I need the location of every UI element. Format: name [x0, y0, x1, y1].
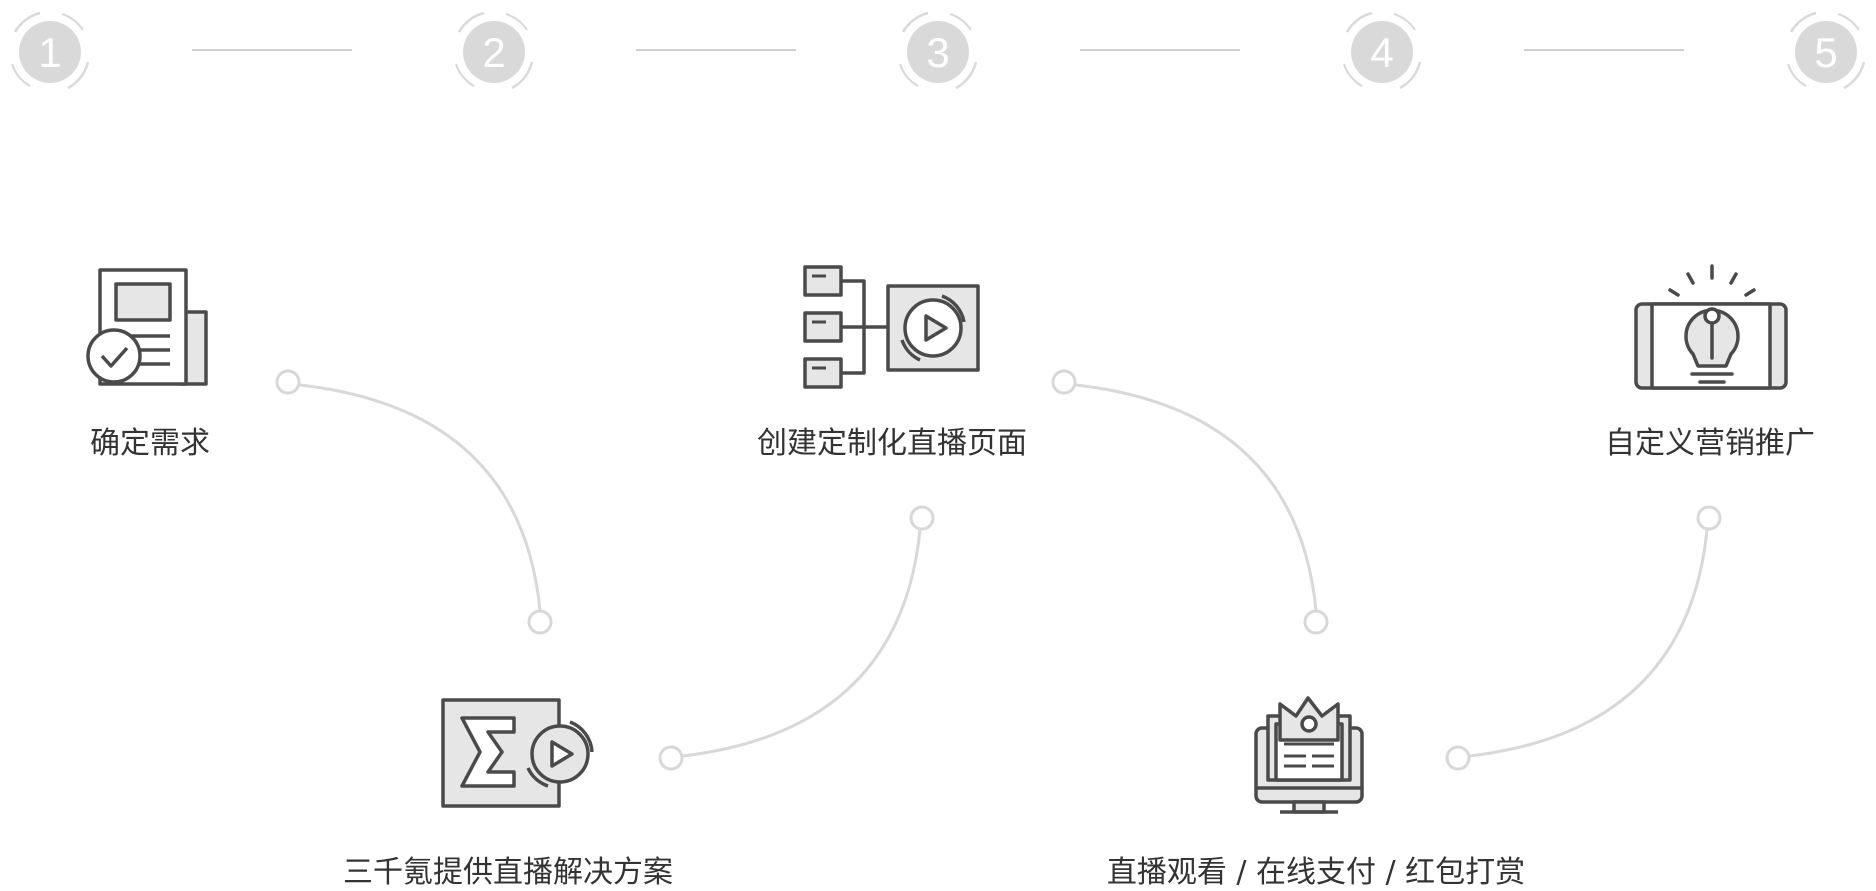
curve-endpoint	[1051, 369, 1077, 395]
step-badge-5: 5	[1787, 11, 1866, 90]
step-badge-4: 4	[1343, 11, 1422, 90]
flow-curve	[1469, 529, 1709, 758]
curve-endpoint	[1445, 745, 1471, 771]
monitor-crown-icon	[1254, 696, 1364, 814]
curve-endpoint	[658, 745, 684, 771]
step-number: 4	[1370, 29, 1393, 76]
step-number: 2	[482, 29, 505, 76]
sigma-play-icon	[441, 698, 594, 808]
step-label-3: 创建定制化直播页面	[757, 426, 1027, 461]
flowchart-play-icon	[803, 265, 980, 389]
curve-endpoint	[1696, 505, 1722, 531]
step-badge-3: 3	[899, 11, 978, 90]
tablet-lightbulb-icon	[1634, 264, 1788, 390]
step-number: 3	[926, 29, 949, 76]
step-label-1: 确定需求	[90, 426, 210, 461]
step-label-5: 自定义营销推广	[1605, 426, 1815, 461]
newspaper-check-icon	[86, 268, 208, 386]
step-badge-2: 2	[455, 11, 534, 90]
flow-curve	[1075, 383, 1318, 611]
step-number: 1	[38, 29, 61, 76]
flow-curve	[682, 529, 922, 758]
step-number: 5	[1814, 29, 1837, 76]
step-label-2: 三千氪提供直播解决方案	[343, 855, 673, 890]
step-badge-1: 1	[11, 11, 90, 90]
curve-endpoint	[527, 609, 553, 635]
curve-endpoint	[909, 505, 935, 531]
flow-curve	[299, 383, 542, 611]
curve-endpoint	[1303, 609, 1329, 635]
curve-endpoint	[275, 369, 301, 395]
step-label-4: 直播观看 / 在线支付 / 红包打赏	[1106, 855, 1526, 890]
